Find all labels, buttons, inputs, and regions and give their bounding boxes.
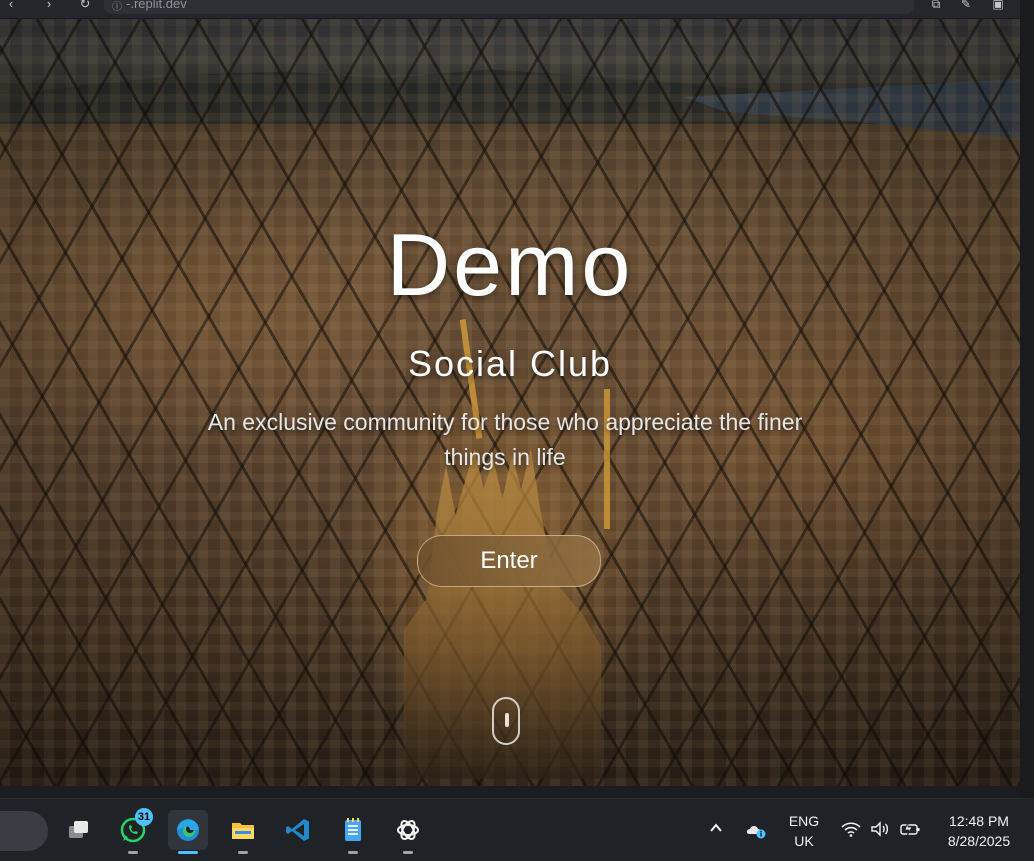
- taskbar-app-chatgpt[interactable]: [388, 810, 428, 854]
- chevron-up-icon[interactable]: [706, 820, 726, 840]
- hero-tagline: An exclusive community for those who app…: [207, 409, 803, 470]
- forward-icon[interactable]: ›: [40, 0, 58, 13]
- hero-section: Demo Social Club An exclusive community …: [0, 19, 1020, 786]
- language-region: UK: [794, 833, 814, 849]
- running-indicator: [128, 851, 138, 854]
- clock-date: 8/28/2025: [947, 833, 1011, 849]
- taskbar-app-edge[interactable]: [168, 810, 208, 854]
- hero-subtitle: Social Club: [407, 343, 613, 384]
- running-indicator: [238, 851, 248, 854]
- taskbar-search[interactable]: [0, 811, 48, 851]
- url-text: -.replit.dev: [126, 0, 187, 11]
- hero-content: Demo Social Club An exclusive community …: [0, 19, 1020, 786]
- onedrive-icon[interactable]: [744, 821, 768, 843]
- task-view-button[interactable]: [58, 810, 98, 850]
- scroll-down-indicator[interactable]: [492, 697, 520, 745]
- address-bar[interactable]: ⓘ -.replit.dev: [104, 0, 914, 14]
- vscode-icon: [286, 819, 309, 841]
- running-indicator: [348, 851, 358, 854]
- collections-icon[interactable]: ▣: [990, 0, 1006, 12]
- taskbar-app-whatsapp[interactable]: 31: [113, 808, 153, 854]
- chatgpt-icon: [397, 819, 419, 841]
- edit-icon[interactable]: ✎: [958, 0, 974, 12]
- taskbar: 31 ENG UK 12:48 PM 8/28/2025: [0, 798, 1034, 861]
- refresh-icon[interactable]: ↻: [76, 0, 94, 13]
- wifi-icon[interactable]: [840, 821, 862, 841]
- battery-charging-icon[interactable]: [898, 821, 922, 841]
- clock[interactable]: 12:48 PM 8/28/2025: [932, 811, 1026, 851]
- taskbar-app-vscode[interactable]: [278, 810, 318, 850]
- running-indicator: [403, 851, 413, 854]
- edge-icon: [177, 819, 199, 841]
- clock-time: 12:48 PM: [949, 813, 1009, 829]
- folder-icon: [232, 823, 254, 839]
- scroll-indicator-dot: [505, 713, 509, 727]
- split-screen-icon[interactable]: ⧉: [928, 0, 944, 12]
- site-info-icon[interactable]: ⓘ: [112, 0, 122, 13]
- taskbar-app-file-explorer[interactable]: [223, 810, 263, 854]
- volume-icon[interactable]: [869, 821, 891, 841]
- notepad-icon: [345, 818, 361, 841]
- enter-button[interactable]: Enter: [417, 535, 601, 587]
- language-code: ENG: [788, 813, 820, 829]
- hero-title: Demo: [386, 215, 634, 314]
- language-indicator[interactable]: ENG UK: [784, 811, 824, 851]
- notification-badge: 31: [135, 808, 153, 826]
- browser-toolbar: ‹ › ↻ ⓘ -.replit.dev ⧉ ✎ ▣: [0, 0, 1020, 19]
- back-icon[interactable]: ‹: [2, 0, 20, 13]
- task-view-icon: [69, 821, 88, 838]
- running-indicator: [178, 851, 198, 854]
- window-scrollbar[interactable]: [1020, 0, 1034, 800]
- taskbar-app-notepad[interactable]: [333, 810, 373, 854]
